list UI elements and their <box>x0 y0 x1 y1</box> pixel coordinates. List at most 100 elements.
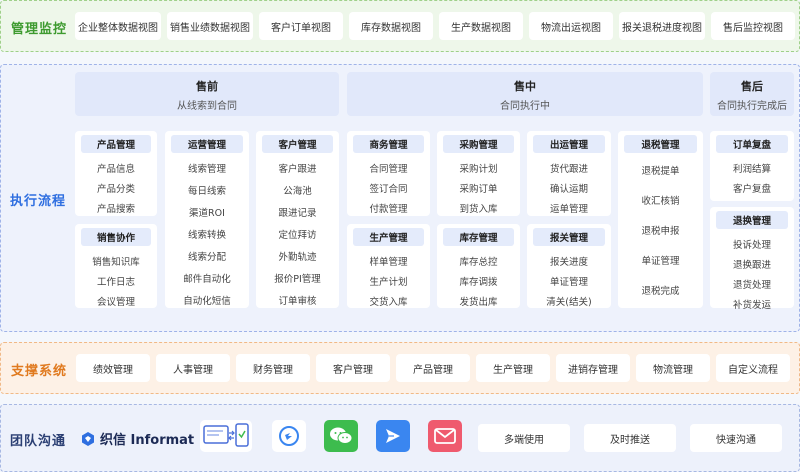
card-item[interactable]: 公海池 <box>256 183 339 197</box>
support-customer[interactable]: 客户管理 <box>316 354 390 382</box>
card-item[interactable]: 线索分配 <box>165 249 249 263</box>
card-item[interactable]: 跟进记录 <box>256 205 339 219</box>
dingtalk-icon[interactable] <box>272 420 306 452</box>
card-item[interactable]: 销售知识库 <box>75 254 157 268</box>
card-item[interactable]: 合同管理 <box>347 161 430 175</box>
card-item[interactable]: 产品搜索 <box>75 201 157 215</box>
card-item[interactable]: 收汇核销 <box>618 193 703 207</box>
card-item[interactable]: 库存总控 <box>437 254 520 268</box>
card-item[interactable]: 货代跟进 <box>527 161 611 175</box>
card-production-management: 生产管理 样单管理 生产计划 交货入库 <box>347 224 430 308</box>
card-tax-refund-management: 退税管理 退税提单 收汇核销 退税申报 单证管理 退税完成 <box>618 131 703 308</box>
feature-fast-comm: 快速沟通 <box>690 424 782 452</box>
card-item[interactable]: 订单审核 <box>256 293 339 307</box>
mail-icon[interactable] <box>428 420 462 452</box>
support-production[interactable]: 生产管理 <box>476 354 550 382</box>
card-item[interactable]: 自动化短信 <box>165 293 249 307</box>
card-header: 订单复盘 <box>716 135 788 153</box>
feature-push-notify: 及时推送 <box>584 424 676 452</box>
card-purchase-management: 采购管理 采购计划 采购订单 到货入库 <box>437 131 520 216</box>
card-item[interactable]: 每日线索 <box>165 183 249 197</box>
card-shipping-management: 出运管理 货代跟进 确认运期 运单管理 <box>527 131 611 216</box>
card-item[interactable]: 退税完成 <box>618 283 703 297</box>
card-item[interactable]: 到货入库 <box>437 201 520 215</box>
phase-insales: 售中 合同执行中 <box>347 72 703 116</box>
support-custom-flow[interactable]: 自定义流程 <box>716 354 790 382</box>
support-performance[interactable]: 绩效管理 <box>76 354 150 382</box>
card-product-management: 产品管理 产品信息 产品分类 产品搜索 <box>75 131 157 216</box>
card-item[interactable]: 退货处理 <box>710 277 794 291</box>
card-item[interactable]: 定位拜访 <box>256 227 339 241</box>
phase-title: 售前 <box>196 80 218 93</box>
card-item[interactable]: 补货发运 <box>710 297 794 311</box>
support-system-band: 支撑系统 绩效管理 人事管理 财务管理 客户管理 产品管理 生产管理 进销存管理… <box>0 342 800 394</box>
view-production[interactable]: 生产数据视图 <box>439 12 523 40</box>
card-sales-collab: 销售协作 销售知识库 工作日志 会议管理 <box>75 224 157 308</box>
card-item[interactable]: 退换跟进 <box>710 257 794 271</box>
view-enterprise[interactable]: 企业整体数据视图 <box>75 12 161 40</box>
informat-logo-icon <box>82 431 94 446</box>
card-item[interactable]: 工作日志 <box>75 274 157 288</box>
card-item[interactable]: 发货出库 <box>437 294 520 308</box>
card-item[interactable]: 单证管理 <box>618 253 703 267</box>
card-item[interactable]: 邮件自动化 <box>165 271 249 285</box>
card-item[interactable]: 单证管理 <box>527 274 611 288</box>
card-item[interactable]: 渠道ROI <box>165 205 249 219</box>
view-logistics[interactable]: 物流出运视图 <box>529 12 613 40</box>
card-header: 退税管理 <box>624 135 697 153</box>
card-item[interactable]: 采购计划 <box>437 161 520 175</box>
card-item[interactable]: 客户跟进 <box>256 161 339 175</box>
card-item[interactable]: 会议管理 <box>75 294 157 308</box>
card-item[interactable]: 线索管理 <box>165 161 249 175</box>
view-sales-performance[interactable]: 销售业绩数据视图 <box>167 12 253 40</box>
card-item[interactable]: 库存调拨 <box>437 274 520 288</box>
card-order-review: 订单复盘 利润结算 客户复盘 <box>710 131 794 201</box>
card-item[interactable]: 报价PI管理 <box>256 271 339 285</box>
card-item[interactable]: 交货入库 <box>347 294 430 308</box>
card-customer-management: 客户管理 客户跟进 公海池 跟进记录 定位拜访 外勤轨迹 报价PI管理 订单审核 <box>256 131 339 308</box>
support-product[interactable]: 产品管理 <box>396 354 470 382</box>
card-item[interactable]: 生产计划 <box>347 274 430 288</box>
card-header: 商务管理 <box>353 135 424 153</box>
card-header: 生产管理 <box>353 228 424 246</box>
support-psi[interactable]: 进销存管理 <box>556 354 630 382</box>
card-item[interactable]: 产品信息 <box>75 161 157 175</box>
view-customer-orders[interactable]: 客户订单视图 <box>259 12 343 40</box>
card-item[interactable]: 客户复盘 <box>710 181 794 195</box>
view-customs-tax[interactable]: 报关退税进度视图 <box>619 12 705 40</box>
card-item[interactable]: 利润结算 <box>710 161 794 175</box>
phase-title: 售后 <box>741 80 763 93</box>
card-item[interactable]: 确认运期 <box>527 181 611 195</box>
sync-devices-icon <box>200 420 252 452</box>
card-item[interactable]: 外勤轨迹 <box>256 249 339 263</box>
card-item[interactable]: 运单管理 <box>527 201 611 215</box>
support-finance[interactable]: 财务管理 <box>236 354 310 382</box>
card-item[interactable]: 付款管理 <box>347 201 430 215</box>
card-item[interactable]: 退税申报 <box>618 223 703 237</box>
card-item[interactable]: 线索转换 <box>165 227 249 241</box>
wechat-icon[interactable] <box>324 420 358 452</box>
phase-subtitle: 从线索到合同 <box>177 101 237 112</box>
card-item[interactable]: 签订合同 <box>347 181 430 195</box>
card-item[interactable]: 样单管理 <box>347 254 430 268</box>
card-item[interactable]: 退税提单 <box>618 163 703 177</box>
view-inventory[interactable]: 库存数据视图 <box>349 12 433 40</box>
card-item[interactable]: 产品分类 <box>75 181 157 195</box>
view-after-sales[interactable]: 售后监控视图 <box>711 12 795 40</box>
card-item[interactable]: 清关(结关) <box>527 294 611 308</box>
card-item[interactable]: 投诉处理 <box>710 237 794 251</box>
logo-text: 织信 Informat <box>100 433 195 448</box>
card-header: 报关管理 <box>533 228 605 246</box>
card-item[interactable]: 采购订单 <box>437 181 520 195</box>
support-hr[interactable]: 人事管理 <box>156 354 230 382</box>
phase-presales: 售前 从线索到合同 <box>75 72 339 116</box>
informat-logo: 织信 Informat <box>80 429 194 448</box>
card-inventory-management: 库存管理 库存总控 库存调拨 发货出库 <box>437 224 520 308</box>
card-ops-management: 运营管理 线索管理 每日线索 渠道ROI 线索转换 线索分配 邮件自动化 自动化… <box>165 131 249 308</box>
feishu-icon[interactable] <box>376 420 410 452</box>
card-header: 运营管理 <box>171 135 243 153</box>
card-item[interactable]: 报关进度 <box>527 254 611 268</box>
card-header: 退换管理 <box>716 211 788 229</box>
phase-title: 售中 <box>514 80 536 93</box>
support-logistics[interactable]: 物流管理 <box>636 354 710 382</box>
